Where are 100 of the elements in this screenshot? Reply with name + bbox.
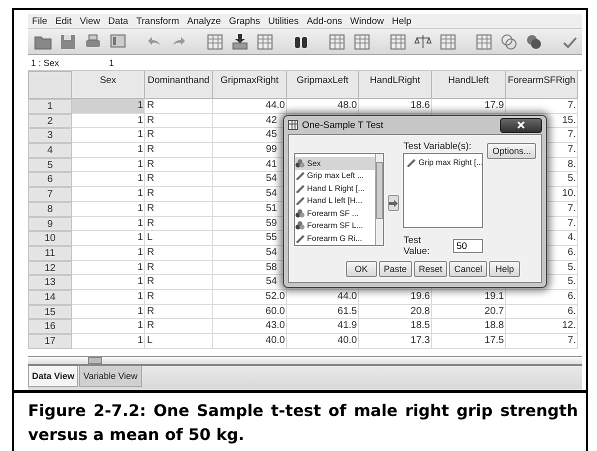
cell-value-field[interactable]: 1 — [109, 58, 114, 68]
row-number[interactable]: 16 — [28, 319, 72, 334]
table-cell: 1 — [72, 275, 145, 290]
circles-icon[interactable] — [499, 32, 519, 52]
table-cell: 12. — [506, 319, 578, 334]
menu-item[interactable]: Utilities — [268, 16, 299, 26]
close-button[interactable] — [500, 118, 542, 132]
table-cell: 1 — [72, 114, 145, 128]
menu-item[interactable]: Window — [350, 16, 384, 26]
row-number[interactable]: 12 — [28, 260, 72, 276]
column-header[interactable]: Dominanthand — [145, 71, 213, 99]
move-button[interactable] — [388, 195, 400, 211]
column-header[interactable]: ForearmSFRigh — [506, 71, 578, 99]
row-number[interactable]: 1 — [28, 99, 72, 114]
variable-label: Forearm G Ri... — [307, 234, 362, 243]
grid-icon[interactable] — [255, 32, 275, 52]
horizontal-scrollbar[interactable] — [28, 356, 582, 364]
row-number[interactable]: 7 — [28, 187, 72, 202]
variable-item[interactable]: Grip max Left ... — [295, 170, 375, 182]
table-cell: 52.0 — [213, 290, 287, 305]
table-cell: 60.0 — [213, 304, 287, 320]
menu-item[interactable]: Graphs — [228, 16, 260, 26]
grid-icon[interactable] — [388, 32, 408, 52]
table-cell: 6. — [506, 290, 578, 305]
column-header[interactable]: HandLRight — [359, 71, 432, 99]
menu-item[interactable]: Analyze — [187, 16, 221, 26]
row-number[interactable]: 17 — [28, 334, 72, 349]
row-number[interactable]: 6 — [28, 172, 72, 188]
dialog-button[interactable]: OK — [346, 261, 377, 277]
table-cell: 1 — [72, 187, 145, 202]
table-cell: 1 — [72, 246, 145, 261]
table-cell: 42 — [213, 114, 287, 128]
grid-icon[interactable] — [474, 32, 494, 52]
view-tab[interactable]: Data View — [28, 366, 78, 387]
variable-item[interactable]: Hand L Right [... — [295, 182, 375, 194]
table-cell: R — [145, 99, 213, 114]
table-cell: R — [145, 202, 213, 216]
grid-icon — [288, 120, 298, 130]
row-number[interactable]: 5 — [28, 158, 72, 172]
download-icon[interactable] — [230, 32, 250, 52]
table-cell: L — [145, 334, 213, 349]
column-header[interactable]: HandLleft — [432, 71, 506, 99]
row-number[interactable]: 3 — [28, 128, 72, 144]
table-cell: 20.8 — [359, 304, 432, 320]
table-cell: R — [145, 172, 213, 188]
menu-item[interactable]: View — [80, 16, 100, 26]
row-number[interactable]: 11 — [28, 246, 72, 261]
dialog-button[interactable]: Paste — [378, 261, 412, 277]
column-header[interactable]: Sex — [72, 71, 145, 99]
row-number[interactable]: 14 — [28, 290, 72, 305]
table-cell: 6. — [506, 304, 578, 320]
variable-item[interactable]: Forearm SF ... — [295, 207, 375, 220]
test-value-field[interactable]: 50 — [453, 239, 484, 253]
menu-item[interactable]: Help — [392, 16, 412, 26]
close-icon — [517, 121, 525, 129]
row-number[interactable]: 2 — [28, 114, 72, 128]
menu-item[interactable]: Edit — [55, 16, 72, 26]
row-number[interactable]: 13 — [28, 275, 72, 290]
table-cell: 44.0 — [213, 99, 287, 114]
view-tab[interactable]: Variable View — [79, 366, 142, 387]
grid-icon[interactable] — [327, 32, 347, 52]
dialog-button[interactable]: Cancel — [449, 261, 488, 277]
table-cell: 54 — [213, 275, 287, 290]
column-header[interactable]: GripmaxRight — [213, 71, 287, 99]
row-number[interactable]: 10 — [28, 231, 72, 246]
table-cell: 1 — [72, 260, 145, 276]
grid-icon[interactable] — [352, 32, 372, 52]
dialog-button[interactable]: Reset — [414, 261, 448, 277]
vertical-scrollbar[interactable] — [375, 154, 383, 245]
table-cell: 7. — [506, 99, 578, 114]
table-cell: 1 — [72, 304, 145, 320]
table-cell: 44.0 — [287, 290, 359, 305]
menu-item[interactable]: Data — [108, 16, 128, 26]
table-cell: 17.9 — [432, 99, 506, 114]
menu-item[interactable]: Transform — [136, 16, 180, 26]
variable-item[interactable]: Grip max Right [... — [406, 156, 480, 168]
row-number[interactable]: 15 — [28, 304, 72, 320]
grid-icon[interactable] — [438, 32, 458, 52]
variable-item[interactable]: Hand L left [H... — [295, 194, 375, 207]
variable-item[interactable]: Forearm G Ri... — [295, 232, 375, 244]
options-button[interactable]: Options... — [487, 143, 536, 159]
grid-icon[interactable] — [205, 32, 225, 52]
row-number[interactable]: 4 — [28, 143, 72, 158]
row-number[interactable]: 8 — [28, 202, 72, 216]
table-cell: 40.0 — [213, 334, 287, 349]
table-cell: 1 — [72, 158, 145, 172]
table-cell: 18.6 — [359, 99, 432, 114]
table-cell: 1 — [72, 231, 145, 246]
menu-item[interactable]: File — [32, 16, 48, 26]
circles-icon — [295, 158, 305, 168]
row-number[interactable]: 9 — [28, 216, 72, 232]
dialog-button[interactable]: Help — [489, 261, 520, 277]
column-header[interactable]: GripmaxLeft — [287, 71, 359, 99]
variable-label: Grip max Left ... — [307, 171, 364, 180]
variable-item[interactable]: Sex — [295, 157, 375, 170]
menu-item[interactable]: Add-ons — [306, 16, 342, 26]
arrow-icon — [389, 200, 398, 206]
variable-label: Hand L left [H... — [307, 196, 362, 206]
table-cell: 1 — [72, 172, 145, 188]
variable-item[interactable]: Forearm SF L... — [295, 220, 375, 232]
